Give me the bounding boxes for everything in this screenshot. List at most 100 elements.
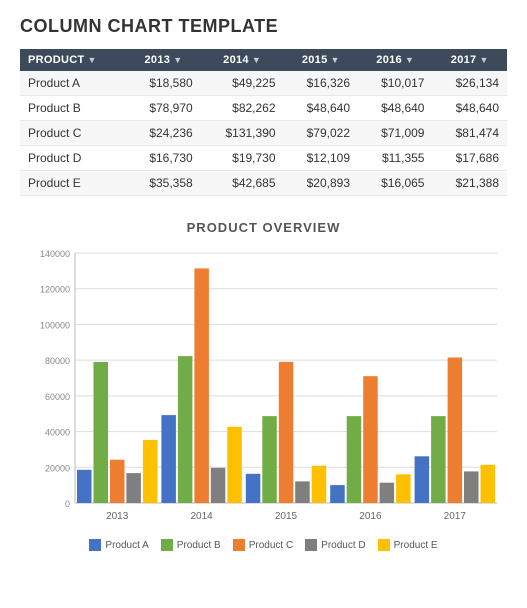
value-cell: $82,262 bbox=[201, 96, 284, 121]
table-header-2013: 2013 ▼ bbox=[126, 49, 200, 71]
value-cell: $12,109 bbox=[284, 146, 358, 171]
filter-icon[interactable]: ▼ bbox=[405, 55, 414, 65]
bar bbox=[211, 468, 226, 503]
x-axis-label: 2015 bbox=[275, 511, 298, 522]
bar bbox=[77, 470, 92, 503]
chart-legend: Product A Product B Product C Product D Prod… bbox=[20, 539, 507, 551]
legend-color-box bbox=[161, 539, 173, 551]
bar bbox=[161, 415, 176, 503]
table-header-2017: 2017 ▼ bbox=[432, 49, 507, 71]
value-cell: $48,640 bbox=[432, 96, 507, 121]
table-header-product: PRODUCT ▼ bbox=[20, 49, 126, 71]
y-axis-label: 40000 bbox=[45, 428, 70, 438]
legend-color-box bbox=[233, 539, 245, 551]
data-table: PRODUCT ▼2013 ▼2014 ▼2015 ▼2016 ▼2017 ▼ … bbox=[20, 49, 507, 196]
filter-icon[interactable]: ▼ bbox=[173, 55, 182, 65]
value-cell: $35,358 bbox=[126, 171, 200, 196]
bar bbox=[126, 473, 140, 503]
legend-label: Product B bbox=[177, 540, 221, 551]
value-cell: $24,236 bbox=[126, 121, 200, 146]
value-cell: $78,970 bbox=[126, 96, 200, 121]
bar bbox=[178, 356, 193, 503]
x-axis-label: 2014 bbox=[190, 511, 213, 522]
y-axis-label: 20000 bbox=[45, 463, 70, 473]
table-header-2014: 2014 ▼ bbox=[201, 49, 284, 71]
bar bbox=[246, 474, 260, 503]
bar bbox=[415, 456, 430, 503]
legend-item: Product B bbox=[161, 539, 221, 551]
product-name-cell: Product E bbox=[20, 171, 126, 196]
value-cell: $79,022 bbox=[284, 121, 358, 146]
table-row: Product E$35,358$42,685$20,893$16,065$21… bbox=[20, 171, 507, 196]
value-cell: $16,065 bbox=[358, 171, 432, 196]
bar bbox=[194, 268, 209, 503]
bar bbox=[110, 460, 125, 503]
bar bbox=[396, 474, 411, 503]
filter-icon[interactable]: ▼ bbox=[88, 55, 97, 65]
table-row: Product B$78,970$82,262$48,640$48,640$48… bbox=[20, 96, 507, 121]
y-axis-label: 0 bbox=[65, 499, 70, 509]
filter-icon[interactable]: ▼ bbox=[331, 55, 340, 65]
value-cell: $20,893 bbox=[284, 171, 358, 196]
table-row: Product A$18,580$49,225$16,326$10,017$26… bbox=[20, 71, 507, 96]
filter-icon[interactable]: ▼ bbox=[479, 55, 488, 65]
bar bbox=[279, 362, 294, 503]
legend-item: Product C bbox=[233, 539, 293, 551]
value-cell: $49,225 bbox=[201, 71, 284, 96]
legend-item: Product A bbox=[89, 539, 148, 551]
value-cell: $131,390 bbox=[201, 121, 284, 146]
bar bbox=[464, 471, 479, 503]
legend-label: Product C bbox=[249, 540, 293, 551]
y-axis-label: 80000 bbox=[45, 356, 70, 366]
product-name-cell: Product C bbox=[20, 121, 126, 146]
table-header-2016: 2016 ▼ bbox=[358, 49, 432, 71]
bar bbox=[94, 362, 109, 503]
value-cell: $71,009 bbox=[358, 121, 432, 146]
legend-color-box bbox=[89, 539, 101, 551]
y-axis-label: 120000 bbox=[40, 285, 70, 295]
table-header-2015: 2015 ▼ bbox=[284, 49, 358, 71]
chart-title: PRODUCT OVERVIEW bbox=[20, 220, 507, 235]
bar bbox=[448, 358, 463, 504]
value-cell: $19,730 bbox=[201, 146, 284, 171]
y-axis-label: 100000 bbox=[40, 320, 70, 330]
table-row: Product C$24,236$131,390$79,022$71,009$8… bbox=[20, 121, 507, 146]
value-cell: $81,474 bbox=[432, 121, 507, 146]
chart-container: 0200004000060000800001000001200001400002… bbox=[20, 243, 507, 533]
bar bbox=[330, 485, 345, 503]
x-axis-label: 2013 bbox=[106, 511, 129, 522]
table-row: Product D$16,730$19,730$12,109$11,355$17… bbox=[20, 146, 507, 171]
value-cell: $11,355 bbox=[358, 146, 432, 171]
legend-label: Product D bbox=[321, 540, 365, 551]
chart-section: PRODUCT OVERVIEW 02000040000600008000010… bbox=[20, 220, 507, 551]
filter-icon[interactable]: ▼ bbox=[252, 55, 261, 65]
value-cell: $16,326 bbox=[284, 71, 358, 96]
bar-chart-svg: 0200004000060000800001000001200001400002… bbox=[20, 243, 507, 533]
x-axis-label: 2016 bbox=[359, 511, 382, 522]
legend-color-box bbox=[305, 539, 317, 551]
bar bbox=[227, 427, 242, 503]
y-axis-label: 140000 bbox=[40, 249, 70, 259]
legend-label: Product E bbox=[394, 540, 438, 551]
value-cell: $21,388 bbox=[432, 171, 507, 196]
value-cell: $10,017 bbox=[358, 71, 432, 96]
x-axis-label: 2017 bbox=[444, 511, 467, 522]
bar bbox=[295, 481, 310, 503]
legend-item: Product E bbox=[378, 539, 438, 551]
bar bbox=[347, 416, 362, 503]
bar bbox=[312, 466, 327, 503]
value-cell: $17,686 bbox=[432, 146, 507, 171]
bar bbox=[431, 416, 446, 503]
value-cell: $18,580 bbox=[126, 71, 200, 96]
value-cell: $48,640 bbox=[358, 96, 432, 121]
value-cell: $42,685 bbox=[201, 171, 284, 196]
legend-color-box bbox=[378, 539, 390, 551]
legend-item: Product D bbox=[305, 539, 365, 551]
bar bbox=[380, 483, 395, 503]
product-name-cell: Product B bbox=[20, 96, 126, 121]
legend-label: Product A bbox=[105, 540, 148, 551]
value-cell: $48,640 bbox=[284, 96, 358, 121]
bar bbox=[262, 416, 277, 503]
product-name-cell: Product A bbox=[20, 71, 126, 96]
product-name-cell: Product D bbox=[20, 146, 126, 171]
